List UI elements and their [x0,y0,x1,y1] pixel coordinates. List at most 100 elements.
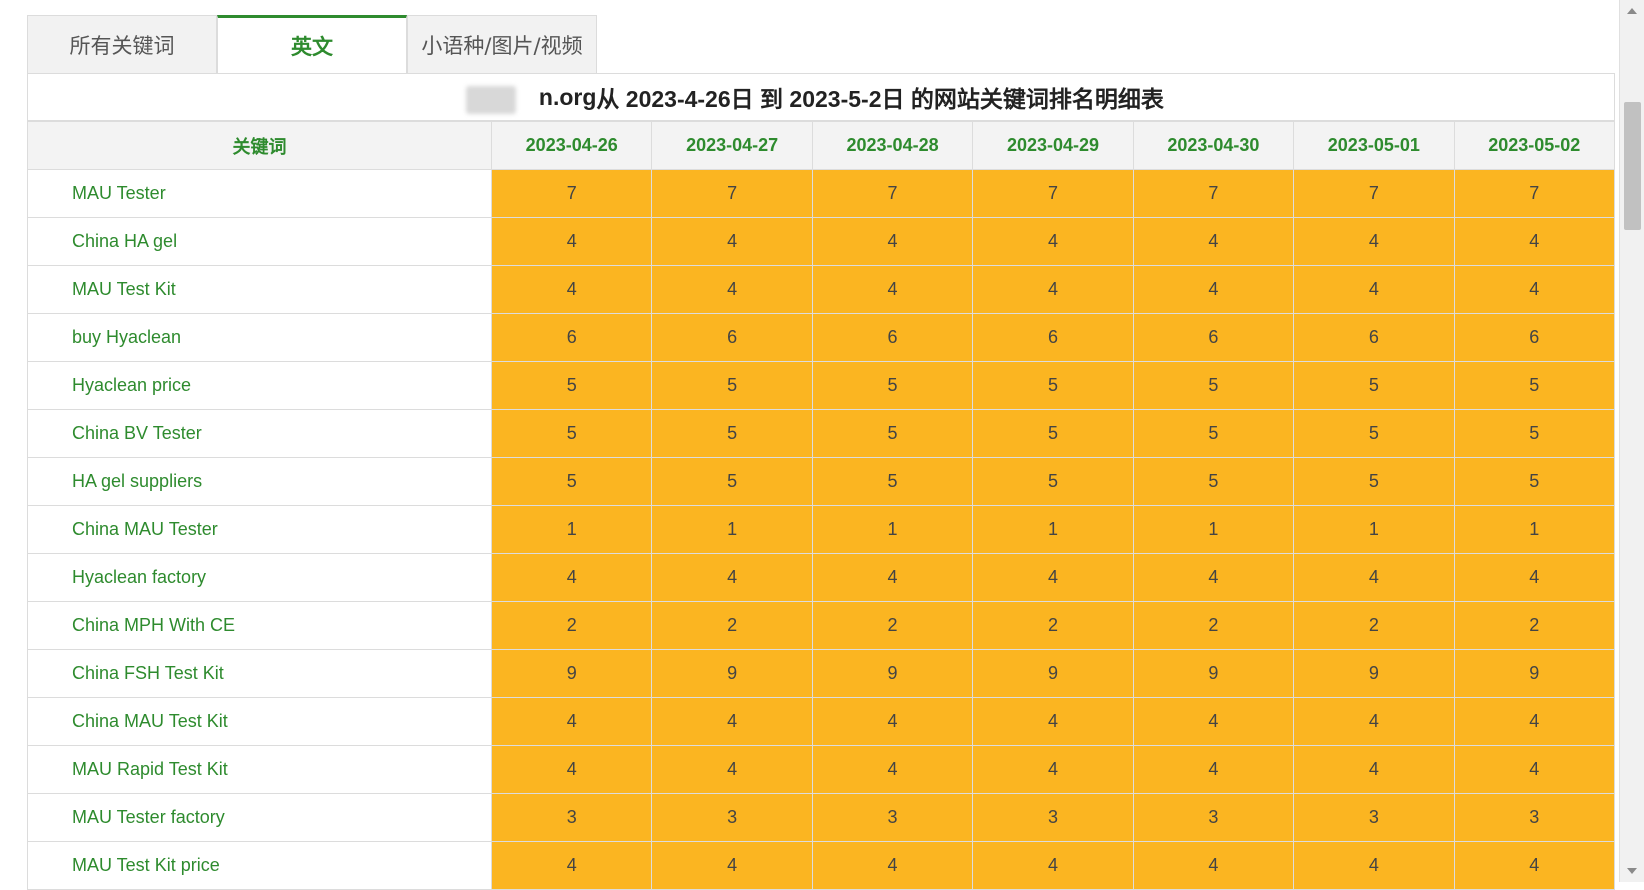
table-body: MAU Tester 7 7 7 7 7 7 7 China HA gel 4 4 4 4 4 4 4 MAU … [27,169,1616,890]
rank-cell: 6 [972,313,1134,362]
rank-cell: 5 [1293,409,1455,458]
table-row: HA gel suppliers 5 5 5 5 5 5 5 [27,457,1616,506]
rank-cell: 4 [1293,217,1455,266]
keyword-cell[interactable]: MAU Rapid Test Kit [27,745,492,794]
rank-cell: 7 [1132,169,1295,218]
rank-cell: 6 [651,313,813,362]
rank-cell: 1 [1453,505,1616,554]
rank-cell: 7 [651,169,813,218]
rank-cell: 4 [1293,745,1455,794]
tab-english[interactable]: 英文 [217,15,407,73]
keyword-cell[interactable]: Hyaclean price [27,361,492,410]
rank-cell: 4 [1453,265,1616,314]
keyword-cell[interactable]: China MAU Tester [27,505,492,554]
rank-cell: 7 [490,169,653,218]
rank-cell: 4 [651,553,813,602]
tab-all-keywords[interactable]: 所有关键词 [27,15,217,73]
rank-cell: 9 [1132,649,1295,698]
table-row: MAU Rapid Test Kit 4 4 4 4 4 4 4 [27,745,1616,794]
table-row: MAU Test Kit 4 4 4 4 4 4 4 [27,265,1616,314]
rank-cell: 5 [972,457,1134,506]
rank-cell: 4 [651,745,813,794]
rank-cell: 9 [1453,649,1616,698]
keyword-cell[interactable]: HA gel suppliers [27,457,492,506]
rank-cell: 4 [972,841,1134,890]
table-row: China MPH With CE 2 2 2 2 2 2 2 [27,601,1616,650]
scroll-thumb[interactable] [1624,102,1641,230]
table-row: China HA gel 4 4 4 4 4 4 4 [27,217,1616,266]
keyword-cell[interactable]: MAU Test Kit [27,265,492,314]
redaction-blur [466,86,516,114]
rank-cell: 9 [1293,649,1455,698]
rank-cell: 4 [490,217,653,266]
rank-cell: 9 [972,649,1134,698]
keyword-cell[interactable]: China MPH With CE [27,601,492,650]
table-caption: s n.org 从 2023-4-26日 到 2023-5-2日 的网站关键词排… [27,73,1615,121]
keyword-cell[interactable]: Hyaclean factory [27,553,492,602]
rank-cell: 4 [1132,745,1295,794]
rank-cell: 5 [1293,361,1455,410]
rank-cell: 6 [1132,313,1295,362]
keyword-cell[interactable]: MAU Tester [27,169,492,218]
rank-cell: 5 [490,457,653,506]
date-column-header: 2023-04-27 [651,121,813,170]
rank-cell: 2 [1293,601,1455,650]
rank-cell: 5 [651,409,813,458]
table-row: buy Hyaclean 6 6 6 6 6 6 6 [27,313,1616,362]
keyword-cell[interactable]: MAU Tester factory [27,793,492,842]
tab-minor-languages[interactable]: 小语种/图片/视频 [407,15,597,73]
date-column-header: 2023-05-01 [1293,121,1455,170]
rank-cell: 4 [490,841,653,890]
scroll-down-arrow-icon[interactable] [1627,868,1637,874]
rank-cell: 5 [972,409,1134,458]
rank-cell: 4 [1132,841,1295,890]
caption-text: 从 2023-4-26日 到 2023-5-2日 的网站关键词排名明细表 [596,86,1164,112]
rank-cell: 1 [490,505,653,554]
rank-cell: 4 [490,745,653,794]
rank-cell: 5 [972,361,1134,410]
rank-cell: 4 [972,265,1134,314]
rank-cell: 1 [972,505,1134,554]
rank-cell: 4 [811,745,974,794]
date-column-header: 2023-05-02 [1453,121,1616,170]
rank-cell: 3 [651,793,813,842]
rank-cell: 3 [1453,793,1616,842]
table-row: China MAU Tester 1 1 1 1 1 1 1 [27,505,1616,554]
rank-cell: 9 [490,649,653,698]
keyword-cell[interactable]: buy Hyaclean [27,313,492,362]
keyword-cell[interactable]: China HA gel [27,217,492,266]
keyword-ranking-panel: 所有关键词 英文 小语种/图片/视频 s n.org 从 2023-4-26日 … [27,15,1616,890]
rank-cell: 4 [811,553,974,602]
keyword-cell[interactable]: China BV Tester [27,409,492,458]
rank-cell: 5 [1453,409,1616,458]
rank-cell: 4 [651,265,813,314]
rank-cell: 2 [490,601,653,650]
rank-cell: 4 [651,841,813,890]
scroll-up-arrow-icon[interactable] [1627,8,1637,14]
rank-cell: 5 [811,457,974,506]
rank-cell: 5 [811,361,974,410]
rank-cell: 3 [1293,793,1455,842]
rank-cell: 3 [972,793,1134,842]
rank-cell: 4 [1453,697,1616,746]
vertical-scrollbar[interactable] [1619,0,1644,882]
rank-cell: 4 [1132,697,1295,746]
rank-cell: 4 [811,841,974,890]
rank-cell: 2 [972,601,1134,650]
rank-cell: 3 [490,793,653,842]
rank-cell: 7 [1293,169,1455,218]
rank-cell: 5 [651,457,813,506]
rank-cell: 3 [1132,793,1295,842]
rank-cell: 3 [811,793,974,842]
keyword-cell[interactable]: MAU Test Kit price [27,841,492,890]
rank-cell: 2 [811,601,974,650]
rank-cell: 5 [811,409,974,458]
keyword-cell[interactable]: China MAU Test Kit [27,697,492,746]
rank-cell: 4 [1132,265,1295,314]
table-row: Hyaclean price 5 5 5 5 5 5 5 [27,361,1616,410]
rank-cell: 4 [490,553,653,602]
rank-cell: 7 [811,169,974,218]
table-row: China FSH Test Kit 9 9 9 9 9 9 9 [27,649,1616,698]
rank-cell: 5 [1293,457,1455,506]
keyword-cell[interactable]: China FSH Test Kit [27,649,492,698]
